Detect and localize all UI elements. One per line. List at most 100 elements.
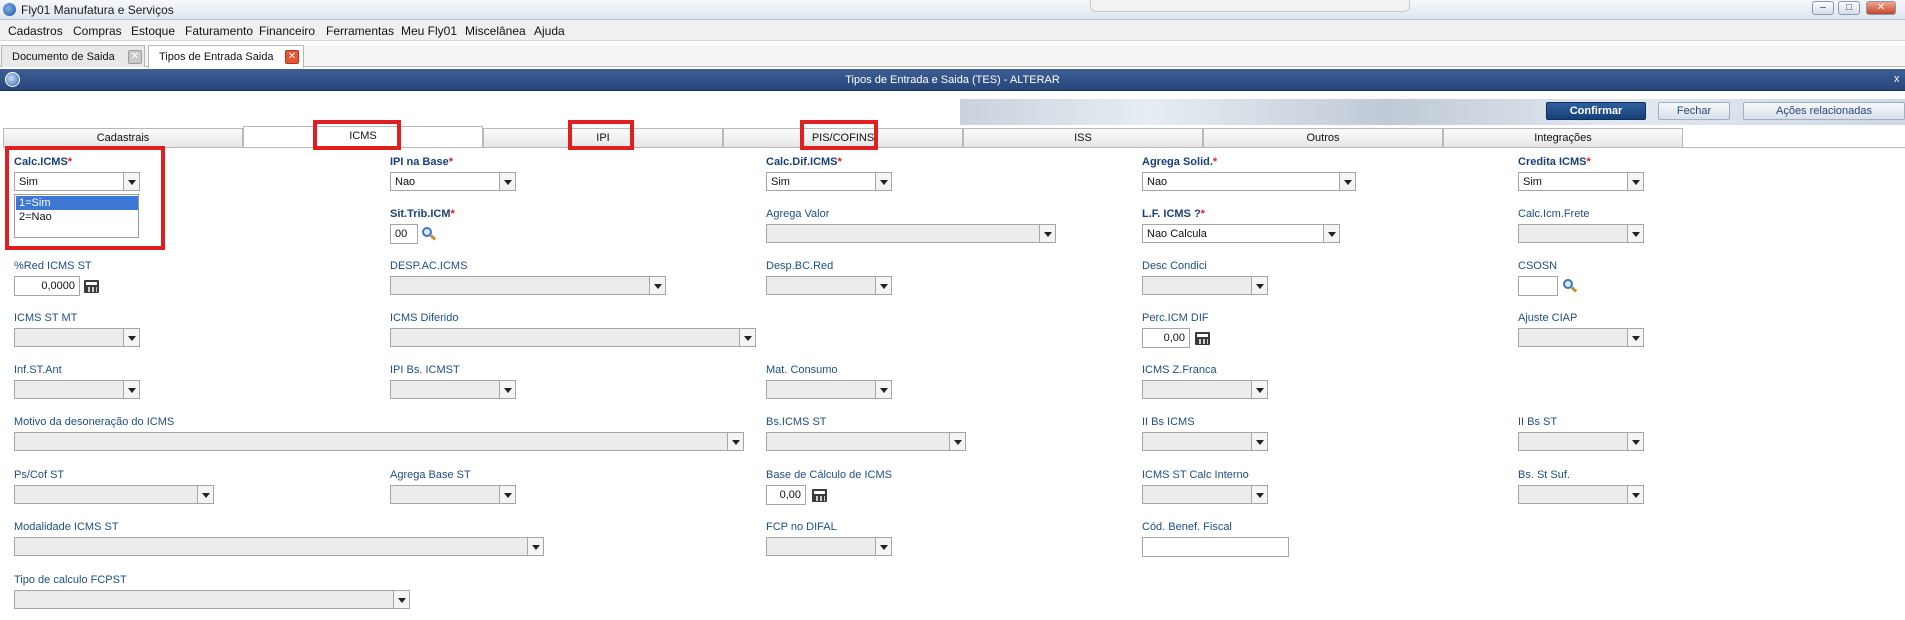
ipi-bs-icmst-select[interactable] — [390, 380, 516, 399]
icms-st-mt-select[interactable] — [14, 328, 140, 347]
menu-financeiro[interactable]: Financeiro — [259, 24, 315, 38]
chevron-down-icon[interactable] — [1627, 486, 1643, 503]
close-tab-icon[interactable]: ✕ — [285, 50, 299, 64]
chevron-down-icon[interactable] — [649, 277, 665, 294]
search-icon[interactable] — [1563, 279, 1578, 293]
perc-icm-dif-input[interactable]: 0,00 — [1142, 328, 1190, 348]
related-actions-button[interactable]: Ações relacionadas — [1743, 102, 1905, 120]
mat-consumo-select[interactable] — [766, 380, 892, 399]
titlebar-grip[interactable] — [1090, 0, 1410, 12]
calc-dif-icms-select[interactable]: Sim — [766, 172, 892, 191]
tab-integracoes[interactable]: Integrações — [1443, 128, 1683, 147]
tipo-calculo-fcpst-select[interactable] — [14, 590, 410, 609]
chevron-down-icon[interactable] — [1627, 225, 1643, 242]
chevron-down-icon[interactable] — [727, 433, 743, 450]
desp-ac-icms-select[interactable] — [390, 276, 666, 295]
chevron-down-icon[interactable] — [1627, 433, 1643, 450]
bs-icms-st-select[interactable] — [766, 432, 966, 451]
confirm-button[interactable]: Confirmar — [1546, 102, 1646, 120]
chevron-down-icon[interactable] — [1251, 433, 1267, 450]
chevron-down-icon[interactable] — [1627, 173, 1643, 190]
ajuste-ciap-select[interactable] — [1518, 328, 1644, 347]
maximize-button[interactable]: □ — [1838, 1, 1860, 15]
chevron-down-icon[interactable] — [1251, 486, 1267, 503]
chevron-down-icon[interactable] — [123, 173, 139, 190]
chevron-down-icon[interactable] — [875, 538, 891, 555]
modalidade-icms-st-select[interactable] — [14, 537, 544, 556]
close-tab-icon[interactable]: ✕ — [128, 50, 142, 64]
motivo-desoneracao-select[interactable] — [14, 432, 744, 451]
red-icms-st-input[interactable]: 0,0000 — [14, 276, 80, 296]
menu-faturamento[interactable]: Faturamento — [185, 24, 253, 38]
dialog-close-icon[interactable]: x — [1894, 73, 1900, 85]
cod-benef-fiscal-input[interactable] — [1142, 537, 1289, 557]
sit-trib-icm-input[interactable]: 00 — [390, 224, 418, 244]
chevron-down-icon[interactable] — [499, 486, 515, 503]
chevron-down-icon[interactable] — [875, 381, 891, 398]
calc-icm-frete-select[interactable] — [1518, 224, 1644, 243]
calc-icm-frete-label: Calc.Icm.Frete — [1518, 208, 1590, 220]
chevron-down-icon[interactable] — [949, 433, 965, 450]
fcp-no-difal-select[interactable] — [766, 537, 892, 556]
doc-tab-tipos-entrada-saida[interactable]: Tipos de Entrada Saida ✕ — [148, 45, 304, 68]
calc-icms-select[interactable]: Sim — [14, 172, 140, 191]
calculator-icon[interactable] — [84, 280, 99, 293]
ps-cof-st-select[interactable] — [14, 485, 214, 504]
chevron-down-icon[interactable] — [1251, 277, 1267, 294]
chevron-down-icon[interactable] — [527, 538, 543, 555]
menu-ferramentas[interactable]: Ferramentas — [326, 24, 394, 38]
icms-diferido-select[interactable] — [390, 328, 756, 347]
tab-iss[interactable]: ISS — [963, 128, 1203, 147]
desc-condici-select[interactable] — [1142, 276, 1268, 295]
chevron-down-icon[interactable] — [1251, 381, 1267, 398]
calculator-icon[interactable] — [812, 489, 827, 502]
ii-bs-st-select[interactable] — [1518, 432, 1644, 451]
menu-compras[interactable]: Compras — [73, 24, 122, 38]
desp-bc-red-label: Desp.BC.Red — [766, 260, 834, 272]
chevron-down-icon[interactable] — [123, 381, 139, 398]
chevron-down-icon[interactable] — [1627, 329, 1643, 346]
dropdown-option-nao[interactable]: 2=Nao — [16, 210, 138, 224]
menu-miscelanea[interactable]: Miscelânea — [465, 24, 526, 38]
bs-st-suf-select[interactable] — [1518, 485, 1644, 504]
agrega-valor-select[interactable] — [766, 224, 1056, 243]
chevron-down-icon[interactable] — [739, 329, 755, 346]
desp-bc-red-select[interactable] — [766, 276, 892, 295]
close-button[interactable]: Fechar — [1658, 102, 1730, 120]
chevron-down-icon[interactable] — [499, 173, 515, 190]
close-window-button[interactable]: ✕ — [1866, 1, 1896, 15]
chevron-down-icon[interactable] — [875, 277, 891, 294]
chevron-down-icon[interactable] — [499, 381, 515, 398]
ii-bs-icms-select[interactable] — [1142, 432, 1268, 451]
chevron-down-icon[interactable] — [1323, 225, 1339, 242]
inf-st-ant-select[interactable] — [14, 380, 140, 399]
tab-cadastrais[interactable]: Cadastrais — [3, 128, 243, 147]
base-calculo-icms-input[interactable]: 0,00 — [766, 485, 806, 505]
search-icon[interactable] — [422, 227, 437, 241]
dropdown-option-sim[interactable]: 1=Sim — [16, 196, 138, 210]
chevron-down-icon[interactable] — [393, 591, 409, 608]
minimize-button[interactable]: – — [1812, 1, 1834, 15]
agrega-solid-select[interactable]: Nao — [1142, 172, 1356, 191]
lf-icms-select[interactable]: Nao Calcula — [1142, 224, 1340, 243]
calculator-icon[interactable] — [1195, 332, 1210, 345]
chevron-down-icon[interactable] — [197, 486, 213, 503]
icms-z-franca-select[interactable] — [1142, 380, 1268, 399]
menu-estoque[interactable]: Estoque — [131, 24, 175, 38]
csosn-input[interactable] — [1518, 276, 1558, 296]
agrega-base-st-select[interactable] — [390, 485, 516, 504]
menu-cadastros[interactable]: Cadastros — [8, 24, 63, 38]
menu-ajuda[interactable]: Ajuda — [534, 24, 565, 38]
ipi-na-base-select[interactable]: Nao — [390, 172, 516, 191]
icms-st-calc-interno-select[interactable] — [1142, 485, 1268, 504]
menu-meu-fly01[interactable]: Meu Fly01 — [401, 24, 457, 38]
chevron-down-icon[interactable] — [875, 173, 891, 190]
chevron-down-icon[interactable] — [1339, 173, 1355, 190]
icms-st-mt-label: ICMS ST MT — [14, 312, 78, 324]
credita-icms-select[interactable]: Sim — [1518, 172, 1644, 191]
chevron-down-icon[interactable] — [123, 329, 139, 346]
doc-tab-documento-saida[interactable]: Documento de Saida ✕ — [1, 45, 145, 67]
chevron-down-icon[interactable] — [1039, 225, 1055, 242]
agrega-base-st-label: Agrega Base ST — [390, 469, 471, 481]
tab-outros[interactable]: Outros — [1203, 128, 1443, 147]
